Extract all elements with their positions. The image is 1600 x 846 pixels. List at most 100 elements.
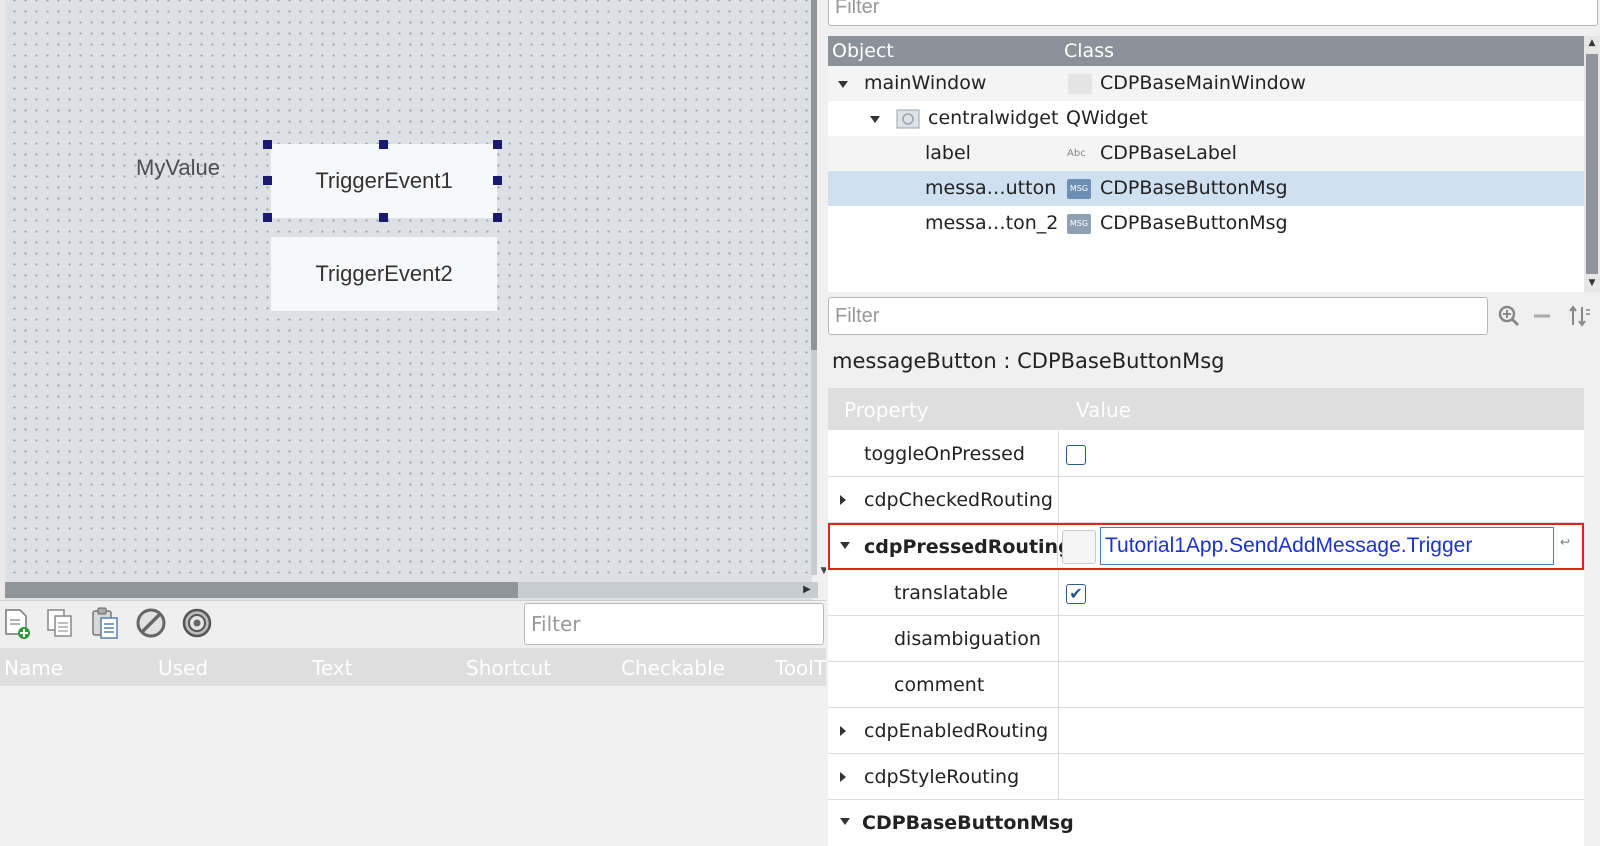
- routing-type-button[interactable]: [1062, 530, 1096, 564]
- collapse-arrow-icon[interactable]: [840, 818, 850, 825]
- property-name: toggleOnPressed: [864, 443, 1025, 465]
- column-header-tooltip[interactable]: ToolT: [775, 656, 826, 680]
- delete-icon[interactable]: [135, 606, 167, 640]
- object-tree-scroll-thumb[interactable]: [1586, 54, 1598, 274]
- property-row-toggleonpressed[interactable]: toggleOnPressed: [828, 431, 1584, 477]
- column-divider: [1058, 616, 1059, 662]
- window-class-icon: [1068, 74, 1092, 94]
- column-header-used[interactable]: Used: [158, 656, 208, 680]
- tree-item-class: QWidget: [1066, 107, 1148, 129]
- sort-properties-icon[interactable]: [1567, 304, 1591, 328]
- resize-handle-tl[interactable]: [263, 140, 272, 149]
- trigger-event1-button[interactable]: TriggerEvent1: [271, 144, 497, 218]
- configure-icon[interactable]: [181, 606, 213, 640]
- tree-row-label[interactable]: label Abc CDPBaseLabel: [828, 136, 1584, 171]
- resize-handle-bl[interactable]: [263, 213, 272, 222]
- property-row-translatable[interactable]: translatable ✔: [828, 570, 1584, 616]
- column-header-object[interactable]: Object: [832, 40, 894, 62]
- property-name: cdpStyleRouting: [864, 766, 1020, 788]
- property-name: comment: [894, 674, 985, 696]
- property-row-cdpstylerouting[interactable]: cdpStyleRouting: [828, 754, 1584, 800]
- qt-designer-window: MyValue TriggerEvent1 TriggerEvent2 ▼ ▶: [0, 0, 1600, 846]
- tree-row-messagebutton-2[interactable]: messa…ton_2 MSG CDPBaseButtonMsg: [828, 206, 1584, 241]
- tree-item-name: messa…ton_2: [925, 212, 1059, 234]
- column-header-text[interactable]: Text: [312, 656, 352, 680]
- column-header-name[interactable]: Name: [4, 656, 63, 680]
- property-filter-input[interactable]: [828, 297, 1488, 335]
- button-class-icon: MSG: [1067, 214, 1091, 234]
- widget-icon: [896, 109, 920, 129]
- column-divider: [1058, 477, 1059, 523]
- column-divider: [1058, 662, 1059, 708]
- property-group-name: CDPBaseButtonMsg: [862, 812, 1074, 834]
- resize-handle-ml[interactable]: [263, 176, 272, 185]
- column-divider: [1058, 754, 1059, 800]
- resize-handle-tc[interactable]: [379, 140, 388, 149]
- button-class-icon: MSG: [1067, 179, 1091, 199]
- tree-item-name: centralwidget: [928, 107, 1059, 129]
- property-group-cdpbasebuttonmsg[interactable]: CDPBaseButtonMsg: [828, 800, 1584, 846]
- column-header-shortcut[interactable]: Shortcut: [466, 656, 551, 680]
- property-row-cdppressedrouting[interactable]: cdpPressedRouting ↩: [828, 523, 1584, 570]
- reset-property-icon[interactable]: ↩: [1560, 535, 1570, 549]
- collapse-arrow-icon[interactable]: [870, 116, 880, 123]
- property-row-cdpenabledrouting[interactable]: cdpEnabledRouting: [828, 708, 1584, 754]
- translatable-checkbox[interactable]: ✔: [1066, 584, 1086, 604]
- tree-item-name: messa…utton: [925, 177, 1057, 199]
- pressed-routing-input[interactable]: [1100, 527, 1554, 565]
- property-name: translatable: [894, 582, 1008, 604]
- tree-item-name: mainWindow: [864, 72, 987, 94]
- property-row-cdpcheckedrouting[interactable]: cdpCheckedRouting: [828, 477, 1584, 523]
- collapse-arrow-icon[interactable]: [838, 81, 848, 88]
- tree-row-messagebutton[interactable]: messa…utton MSG CDPBaseButtonMsg: [828, 171, 1584, 206]
- scroll-right-arrow-icon[interactable]: ▶: [801, 582, 813, 598]
- property-name: cdpPressedRouting: [864, 536, 1072, 558]
- object-filter-input[interactable]: [828, 0, 1598, 26]
- toggleonpressed-checkbox[interactable]: [1066, 445, 1086, 465]
- paste-icon[interactable]: [89, 606, 121, 640]
- tree-item-class: CDPBaseButtonMsg: [1100, 177, 1288, 199]
- form-canvas[interactable]: MyValue TriggerEvent1 TriggerEvent2 ▼ ▶: [0, 0, 827, 600]
- action-filter-input[interactable]: [524, 603, 824, 645]
- trigger-event2-button[interactable]: TriggerEvent2: [271, 237, 497, 311]
- scroll-down-arrow-icon[interactable]: ▼: [1584, 278, 1600, 288]
- resize-handle-mr[interactable]: [493, 176, 502, 185]
- resize-handle-bc[interactable]: [379, 213, 388, 222]
- remove-property-icon[interactable]: [1530, 304, 1554, 328]
- property-name: cdpCheckedRouting: [864, 489, 1053, 511]
- canvas-vscroll-thumb[interactable]: [811, 0, 817, 350]
- property-table-header: Property Value: [828, 388, 1584, 430]
- object-table-header: Object Class: [828, 36, 1584, 66]
- expand-arrow-icon[interactable]: [840, 726, 846, 736]
- new-action-icon[interactable]: [2, 606, 34, 640]
- column-header-checkable[interactable]: Checkable: [621, 656, 725, 680]
- add-dynamic-property-icon[interactable]: [1497, 304, 1521, 328]
- scroll-up-arrow-icon[interactable]: ▲: [1584, 38, 1600, 48]
- property-row-comment[interactable]: comment: [828, 662, 1584, 708]
- column-divider: [1058, 570, 1059, 616]
- property-row-disambiguation[interactable]: disambiguation: [828, 616, 1584, 662]
- resize-handle-tr[interactable]: [493, 140, 502, 149]
- tree-row-centralwidget[interactable]: centralwidget QWidget: [828, 101, 1584, 136]
- label-class-icon: Abc: [1067, 148, 1086, 159]
- expand-arrow-icon[interactable]: [840, 772, 846, 782]
- action-table-header: Name Used Text Shortcut Checkable ToolT: [0, 648, 826, 686]
- expand-arrow-icon[interactable]: [840, 495, 846, 505]
- canvas-vscroll-track[interactable]: [811, 350, 817, 575]
- object-tree-scrollbar[interactable]: ▲ ▼: [1584, 36, 1600, 292]
- canvas-hscroll-thumb[interactable]: [5, 582, 518, 598]
- property-name: disambiguation: [894, 628, 1041, 650]
- myvalue-label[interactable]: MyValue: [136, 155, 220, 181]
- copy-icon[interactable]: [44, 606, 76, 640]
- resize-handle-br[interactable]: [493, 213, 502, 222]
- action-table-body[interactable]: [0, 686, 826, 846]
- column-header-property[interactable]: Property: [844, 398, 929, 422]
- selected-object-title: messageButton : CDPBaseButtonMsg: [832, 349, 1225, 373]
- tree-row-mainwindow[interactable]: mainWindow CDPBaseMainWindow: [828, 66, 1584, 101]
- canvas-hscroll-track[interactable]: [518, 582, 818, 598]
- column-header-value[interactable]: Value: [1076, 398, 1131, 422]
- tree-item-name: label: [925, 142, 971, 164]
- collapse-arrow-icon[interactable]: [840, 542, 850, 549]
- column-divider: [1058, 431, 1059, 477]
- column-header-class[interactable]: Class: [1064, 40, 1114, 62]
